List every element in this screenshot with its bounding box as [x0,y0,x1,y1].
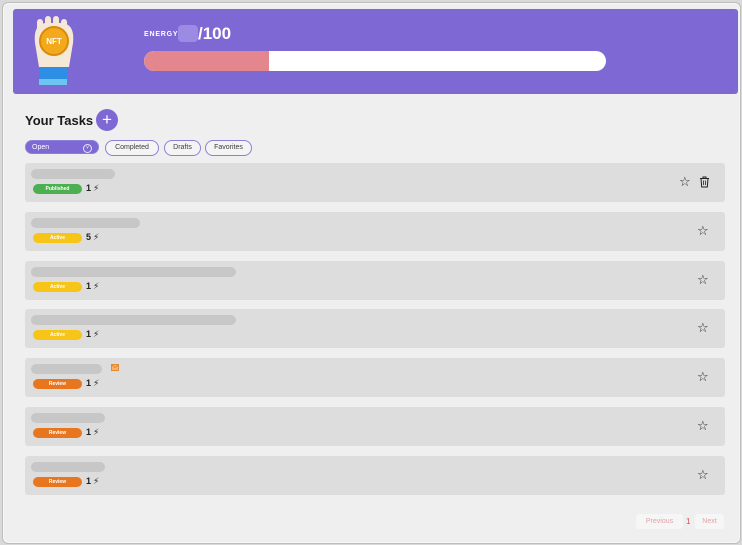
page-number[interactable]: 1 [686,514,690,529]
star-icon[interactable]: ☆ [697,419,709,432]
energy-count: 1 [86,281,92,291]
status-badge: Active [33,233,82,243]
star-icon[interactable]: ☆ [679,175,691,188]
star-icon[interactable]: ☆ [697,321,709,334]
lightning-icon: ⚡ [93,427,100,437]
status-badge: Review [33,379,82,389]
energy-count: 1 [86,183,92,193]
lightning-icon: ⚡ [93,329,100,339]
mail-icon [111,364,119,371]
task-row[interactable]: Review 1 ⚡ ☆ [25,407,725,446]
energy-value-box [178,25,198,42]
energy-label: ENERGY [144,31,179,38]
star-icon[interactable]: ☆ [697,468,709,481]
app-window: NFT ENERGY /100 Your Tasks + Open ˅ Comp… [2,2,741,544]
lightning-icon: ⚡ [93,476,100,486]
lightning-icon: ⚡ [93,232,100,242]
task-row[interactable]: Active 1 ⚡ ☆ [25,261,725,300]
task-title-placeholder [31,267,236,277]
task-row[interactable]: Published 1 ⚡ ☆ [25,163,725,202]
filter-drafts[interactable]: Drafts [164,140,201,156]
task-title-placeholder [31,413,105,423]
status-badge: Review [33,477,82,487]
status-badge: Review [33,428,82,438]
task-title-placeholder [31,315,236,325]
energy-progress-fill [144,51,269,71]
lightning-icon: ⚡ [93,183,100,193]
star-icon[interactable]: ☆ [697,224,709,237]
energy-count: 5 [86,232,92,242]
filter-favorites[interactable]: Favorites [205,140,252,156]
energy-count: 1 [86,476,92,486]
nft-mascot-icon: NFT [34,16,74,85]
task-title-placeholder [31,169,115,179]
task-title-placeholder [31,364,102,374]
filter-open-label: Open [32,144,50,151]
task-row[interactable]: Active 1 ⚡ ☆ [25,309,725,348]
energy-max: /100 [198,24,232,43]
lightning-icon: ⚡ [93,378,100,388]
previous-button[interactable]: Previous [636,514,683,529]
next-button[interactable]: Next [695,514,724,529]
task-title-placeholder [31,218,140,228]
filter-open[interactable]: Open ˅ [25,140,99,154]
star-icon[interactable]: ☆ [697,273,709,286]
energy-count: 1 [86,329,92,339]
status-badge: Active [33,282,82,292]
task-row[interactable]: Active 5 ⚡ ☆ [25,212,725,251]
energy-progress-bar [144,51,606,71]
status-badge: Active [33,330,82,340]
task-title-placeholder [31,462,105,472]
star-icon[interactable]: ☆ [697,370,709,383]
lightning-icon: ⚡ [93,281,100,291]
filter-completed[interactable]: Completed [105,140,159,156]
tasks-title: Your Tasks [25,113,94,128]
add-task-button[interactable]: + [96,109,118,131]
energy-count: 1 [86,427,92,437]
trash-icon[interactable] [699,176,710,188]
chevron-down-icon: ˅ [83,144,92,153]
energy-count: 1 [86,378,92,388]
status-badge: Published [33,184,82,194]
svg-text:NFT: NFT [46,37,62,46]
task-row[interactable]: Review 1 ⚡ ☆ [25,456,725,495]
task-row[interactable]: Review 1 ⚡ ☆ [25,358,725,397]
